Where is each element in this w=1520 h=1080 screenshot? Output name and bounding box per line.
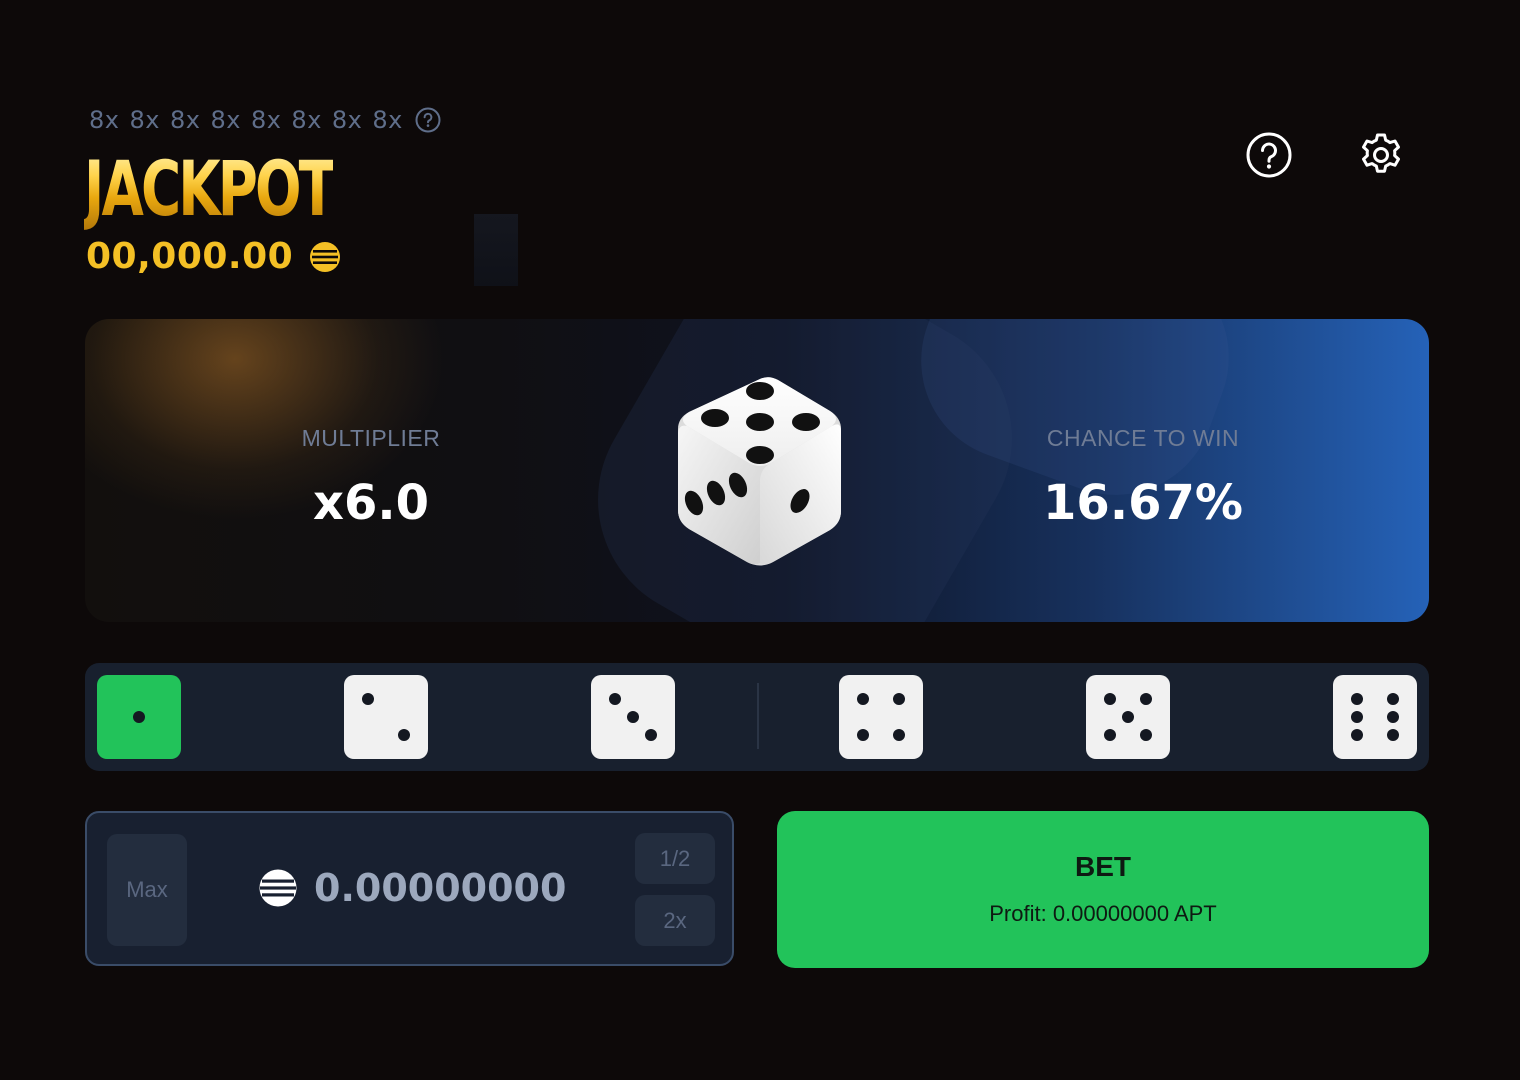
multiplier-chip: 8x [89,106,120,134]
multiplier-value: x6.0 [313,475,429,531]
chance-label: CHANCE TO WIN [1046,425,1240,451]
die-option-3[interactable] [591,675,675,759]
die-pip [1351,729,1363,741]
multiplier-chip: 8x [169,106,201,134]
die-pip [1104,693,1116,705]
die-option-4[interactable] [839,675,923,759]
multiplier-label: MULTIPLIER [301,425,441,451]
die-option-2[interactable] [344,675,428,759]
jackpot-amount: 00,000.00 [86,236,341,277]
die-pip [1387,729,1399,741]
multiplier-chip: 8x [210,106,241,134]
die-pip [1387,711,1399,723]
die-pip [627,711,639,723]
die-pip [609,693,621,705]
die-option-1[interactable] [97,675,181,759]
die-pip [857,729,869,741]
die-pip [133,711,145,723]
help-circle-icon[interactable] [1245,131,1293,179]
jackpot-value: 00,000.00 [86,236,294,277]
die-pip [645,729,657,741]
selector-divider [757,683,759,749]
max-button[interactable]: Max [107,834,187,946]
die-pip [1387,693,1399,705]
jackpot-help-icon[interactable] [415,107,441,133]
dice-icon [678,377,841,566]
aptos-coin-icon [259,869,297,907]
panel-glow [85,319,505,622]
die-pip [893,693,905,705]
die-pip [398,729,410,741]
double-button[interactable]: 2x [635,895,715,946]
half-button[interactable]: 1/2 [635,833,715,884]
jackpot-title: JACKPOT [84,144,336,233]
bet-amount-value[interactable]: 0.00000000 [314,866,566,910]
die-pip [1122,711,1134,723]
die-pip [1351,711,1363,723]
die-option-6[interactable] [1333,675,1417,759]
bet-button[interactable]: BET Profit: 0.00000000 APT [777,811,1429,968]
die-pip [893,729,905,741]
gear-icon[interactable] [1357,131,1405,179]
multiplier-chip: 8x [372,106,403,134]
bet-amount-field[interactable]: 0.00000000 [258,866,566,910]
die-pip [1104,729,1116,741]
multiplier-chip: 8x [129,106,160,134]
decorative-block [474,214,518,286]
die-option-5[interactable] [1086,675,1170,759]
bet-button-label: BET [1075,851,1131,882]
die-pip [1140,729,1152,741]
die-pip [362,693,374,705]
multiplier-chip: 8x [331,106,363,134]
jackpot-multipliers: 8x 8x 8x 8x 8x 8x 8x 8x [89,106,441,134]
die-pip [1140,693,1152,705]
odds-panel: MULTIPLIER x6.0 CHANCE TO WIN 16.67% [85,319,1429,622]
die-pip [1351,693,1363,705]
profit-label: Profit: 0.00000000 APT [989,901,1217,926]
die-pip [857,693,869,705]
multiplier-chip: 8x [250,106,282,134]
aptos-coin-icon [310,241,341,272]
multiplier-chip: 8x [291,106,322,134]
chance-value: 16.67% [1043,475,1243,531]
